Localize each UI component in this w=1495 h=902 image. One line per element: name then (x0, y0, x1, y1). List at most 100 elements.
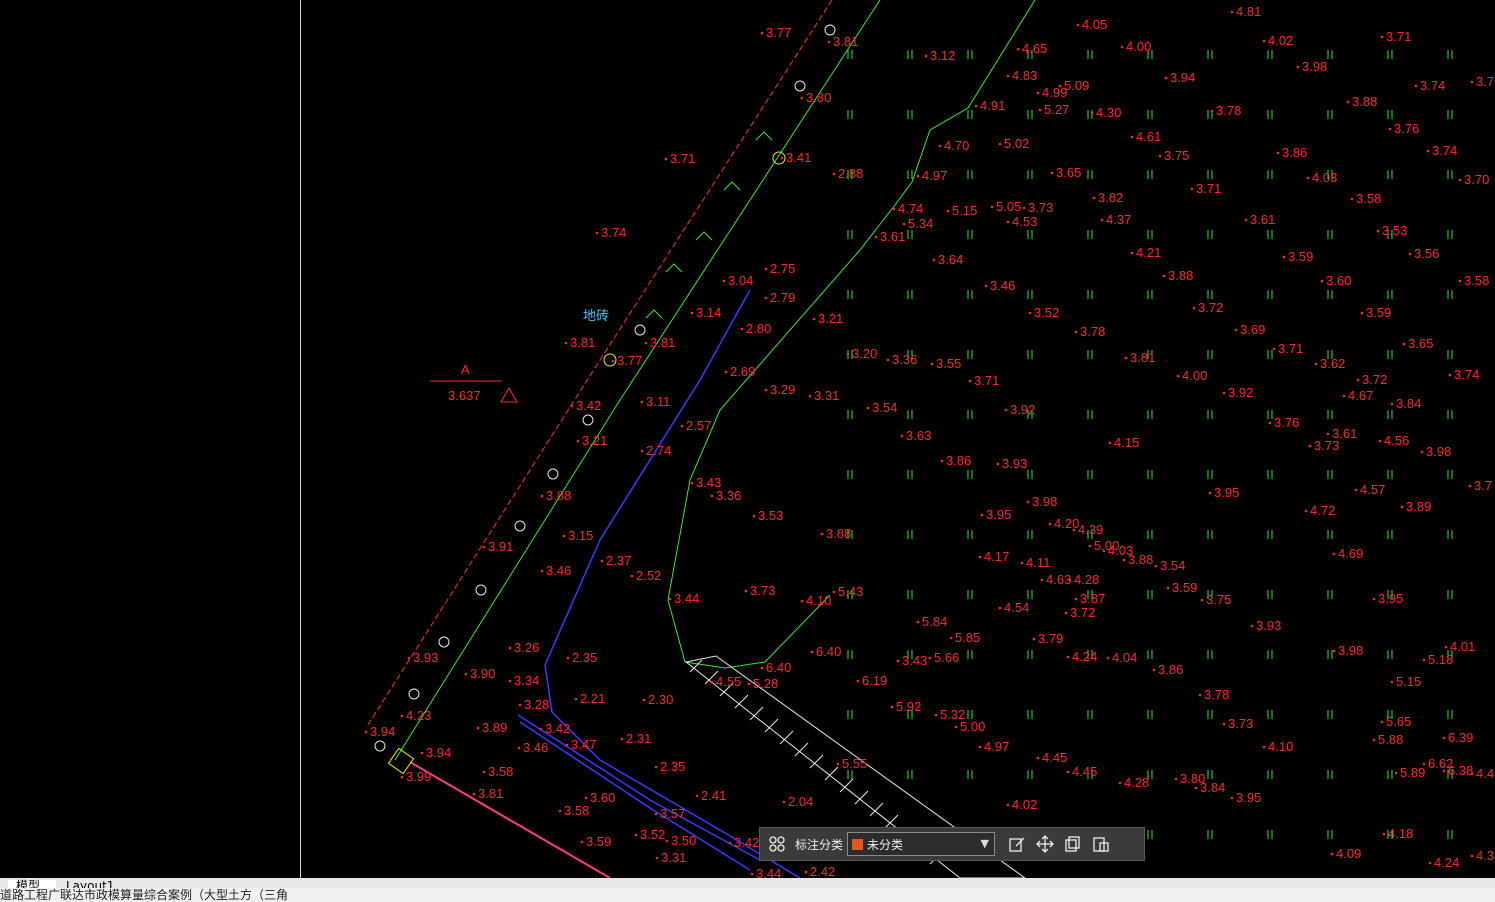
elevation-label: 3.7 (1474, 478, 1492, 493)
move-icon[interactable] (1031, 830, 1059, 858)
elevation-label: 4.04 (1112, 650, 1137, 665)
category-label: 标注分类 (795, 837, 844, 852)
elevation-point (476, 726, 480, 730)
manhole-icon-2 (603, 353, 617, 367)
elevation-label: 3.71 (1278, 341, 1303, 356)
elevation-label: 2.21 (580, 691, 605, 706)
elevation-point (654, 765, 658, 769)
elevation-label: 3.42 (545, 721, 570, 736)
elevation-label: 3.59 (586, 834, 611, 849)
elevation-label: 3.54 (872, 400, 897, 415)
elevation-point (978, 555, 982, 559)
elevation-point (482, 770, 486, 774)
elevation-point (1470, 772, 1474, 776)
elevation-point (782, 800, 786, 804)
edit-icon[interactable] (1003, 830, 1031, 858)
elevation-point (690, 311, 694, 315)
elevation-label: 4.28 (1124, 775, 1149, 790)
elevation-point (810, 650, 814, 654)
elevation-label: 3.04 (728, 273, 753, 288)
elevation-point (728, 841, 732, 845)
elevation-point (998, 142, 1002, 146)
curb-line (365, 0, 833, 729)
cad-drawing-canvas[interactable]: 3.77 3.81 3.80 3.71 3.41 2.88 3.74 3.04 2.75 2.79… (0, 0, 1495, 878)
elevation-point (1356, 378, 1360, 382)
elevation-label: 3.98 (1032, 494, 1057, 509)
elevation-point (1090, 111, 1094, 115)
elevation-point (1154, 564, 1158, 568)
elevation-point (928, 656, 932, 660)
elevation-label: 4.01 (1450, 639, 1475, 654)
elevation-point (846, 352, 850, 356)
elevation-point (695, 794, 699, 798)
elevation-label: 3.31 (661, 850, 686, 865)
elevation-point (539, 727, 543, 731)
elevation-label: 3.20 (852, 346, 877, 361)
elevation-label: 4.74 (898, 201, 923, 216)
elevation-label: 4.09 (1336, 846, 1361, 861)
elevation-point (1118, 781, 1122, 785)
elevation-label: 3.88 (1128, 552, 1153, 567)
elevation-label: 3.26 (514, 640, 539, 655)
elevation-label: 6.39 (1448, 730, 1473, 745)
elevation-point (400, 775, 404, 779)
elevation-label: 4.39 (1078, 522, 1103, 537)
elevation-point (595, 231, 599, 235)
elevation-point (1152, 668, 1156, 672)
elevation-point (1332, 552, 1336, 556)
elevation-point (1130, 251, 1134, 255)
elevation-point (1130, 135, 1134, 139)
elevation-label: 3.93 (413, 650, 438, 665)
grid-icon[interactable] (763, 830, 791, 858)
elevation-point (570, 404, 574, 408)
elevation-label: 4.83 (1012, 68, 1037, 83)
elevation-label: 4.20 (1054, 516, 1079, 531)
elevation-label: 3.59 (1288, 249, 1313, 264)
elevation-point (655, 856, 659, 860)
elevation-point (998, 606, 1002, 610)
elevation-label: 3.76 (1394, 121, 1419, 136)
elevation-point (896, 659, 900, 663)
elevation-label: 2.42 (810, 864, 835, 878)
elevation-label: 4.05 (1082, 17, 1107, 32)
elevation-label: 5.28 (753, 676, 778, 691)
elevation-label: 3.86 (1158, 662, 1183, 677)
elevation-label: 2.35 (572, 650, 597, 665)
elevation-label: 3.36 (892, 352, 917, 367)
elevation-label: 3.95 (986, 507, 1011, 522)
elevation-point (540, 494, 544, 498)
elevation-label: 3.21 (818, 311, 843, 326)
elevation-point (934, 713, 938, 717)
elevation-point (1166, 586, 1170, 590)
elevation-point (760, 666, 764, 670)
elevation-label: 5.88 (1378, 732, 1403, 747)
elevation-label: 4.38 (1476, 848, 1495, 863)
elevation-point (482, 545, 486, 549)
elevation-point (750, 872, 754, 876)
elevation-point (800, 96, 804, 100)
elevation-point (1458, 279, 1462, 283)
elevation-point (680, 424, 684, 428)
paving-label: 地砖 (583, 309, 609, 324)
elevation-point (808, 394, 812, 398)
elevation-point (562, 534, 566, 538)
elevation-label: 5.09 (1064, 78, 1089, 93)
elevation-label: 3.92 (1228, 385, 1253, 400)
elevation-point (640, 400, 644, 404)
elevation-label: 4.57 (1360, 482, 1385, 497)
elevation-label: 3.71 (1386, 29, 1411, 44)
elevation-point (640, 449, 644, 453)
copy-icon[interactable] (1059, 830, 1087, 858)
elevation-label: 3.94 (426, 745, 451, 760)
elevation-label: 2.75 (770, 261, 795, 276)
elevation-point (654, 812, 658, 816)
elevation-point (820, 532, 824, 536)
elevation-label: 3.91 (488, 539, 513, 554)
elevation-point (1360, 311, 1364, 315)
elevation-point (930, 362, 934, 366)
paste-icon[interactable] (1087, 830, 1115, 858)
elevation-label: 3.80 (806, 90, 831, 105)
elevation-point (1230, 796, 1234, 800)
elevation-label: 4.23 (406, 708, 431, 723)
category-select[interactable]: 未分类 ▼ (847, 832, 996, 856)
